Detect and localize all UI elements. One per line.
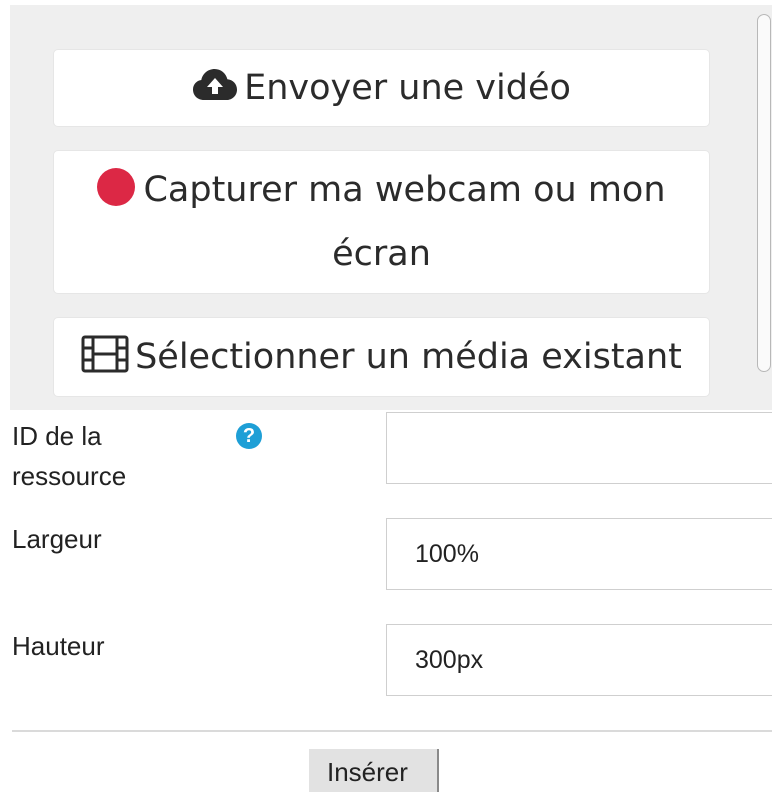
insert-button[interactable]: Insérer (309, 749, 439, 792)
record-dot-icon (97, 168, 136, 206)
select-existing-media-label: Sélectionner un média existant (135, 337, 682, 377)
width-label: Largeur (12, 524, 102, 554)
upload-video-label: Envoyer une vidéo (244, 68, 571, 108)
capture-webcam-button[interactable]: Capturer ma webcam ou mon écran (54, 151, 709, 293)
select-existing-media-button[interactable]: Sélectionner un média existant (54, 318, 709, 396)
question-circle-icon[interactable]: ? (236, 423, 262, 449)
height-input[interactable] (386, 624, 772, 696)
embed-media-dialog: Envoyer une vidéo Capturer ma webcam ou … (0, 0, 772, 792)
upload-video-button[interactable]: Envoyer une vidéo (54, 50, 709, 126)
resource-id-input[interactable] (386, 412, 772, 484)
capture-webcam-label: Capturer ma webcam ou mon écran (143, 170, 666, 274)
width-input[interactable] (386, 518, 772, 590)
cloud-upload-icon (193, 69, 238, 100)
film-icon (81, 335, 129, 373)
media-panel-scrollbar[interactable] (757, 14, 771, 372)
resource-id-label: ID de la ressource (12, 421, 127, 491)
height-label: Hauteur (12, 631, 105, 661)
form-divider (12, 730, 772, 732)
